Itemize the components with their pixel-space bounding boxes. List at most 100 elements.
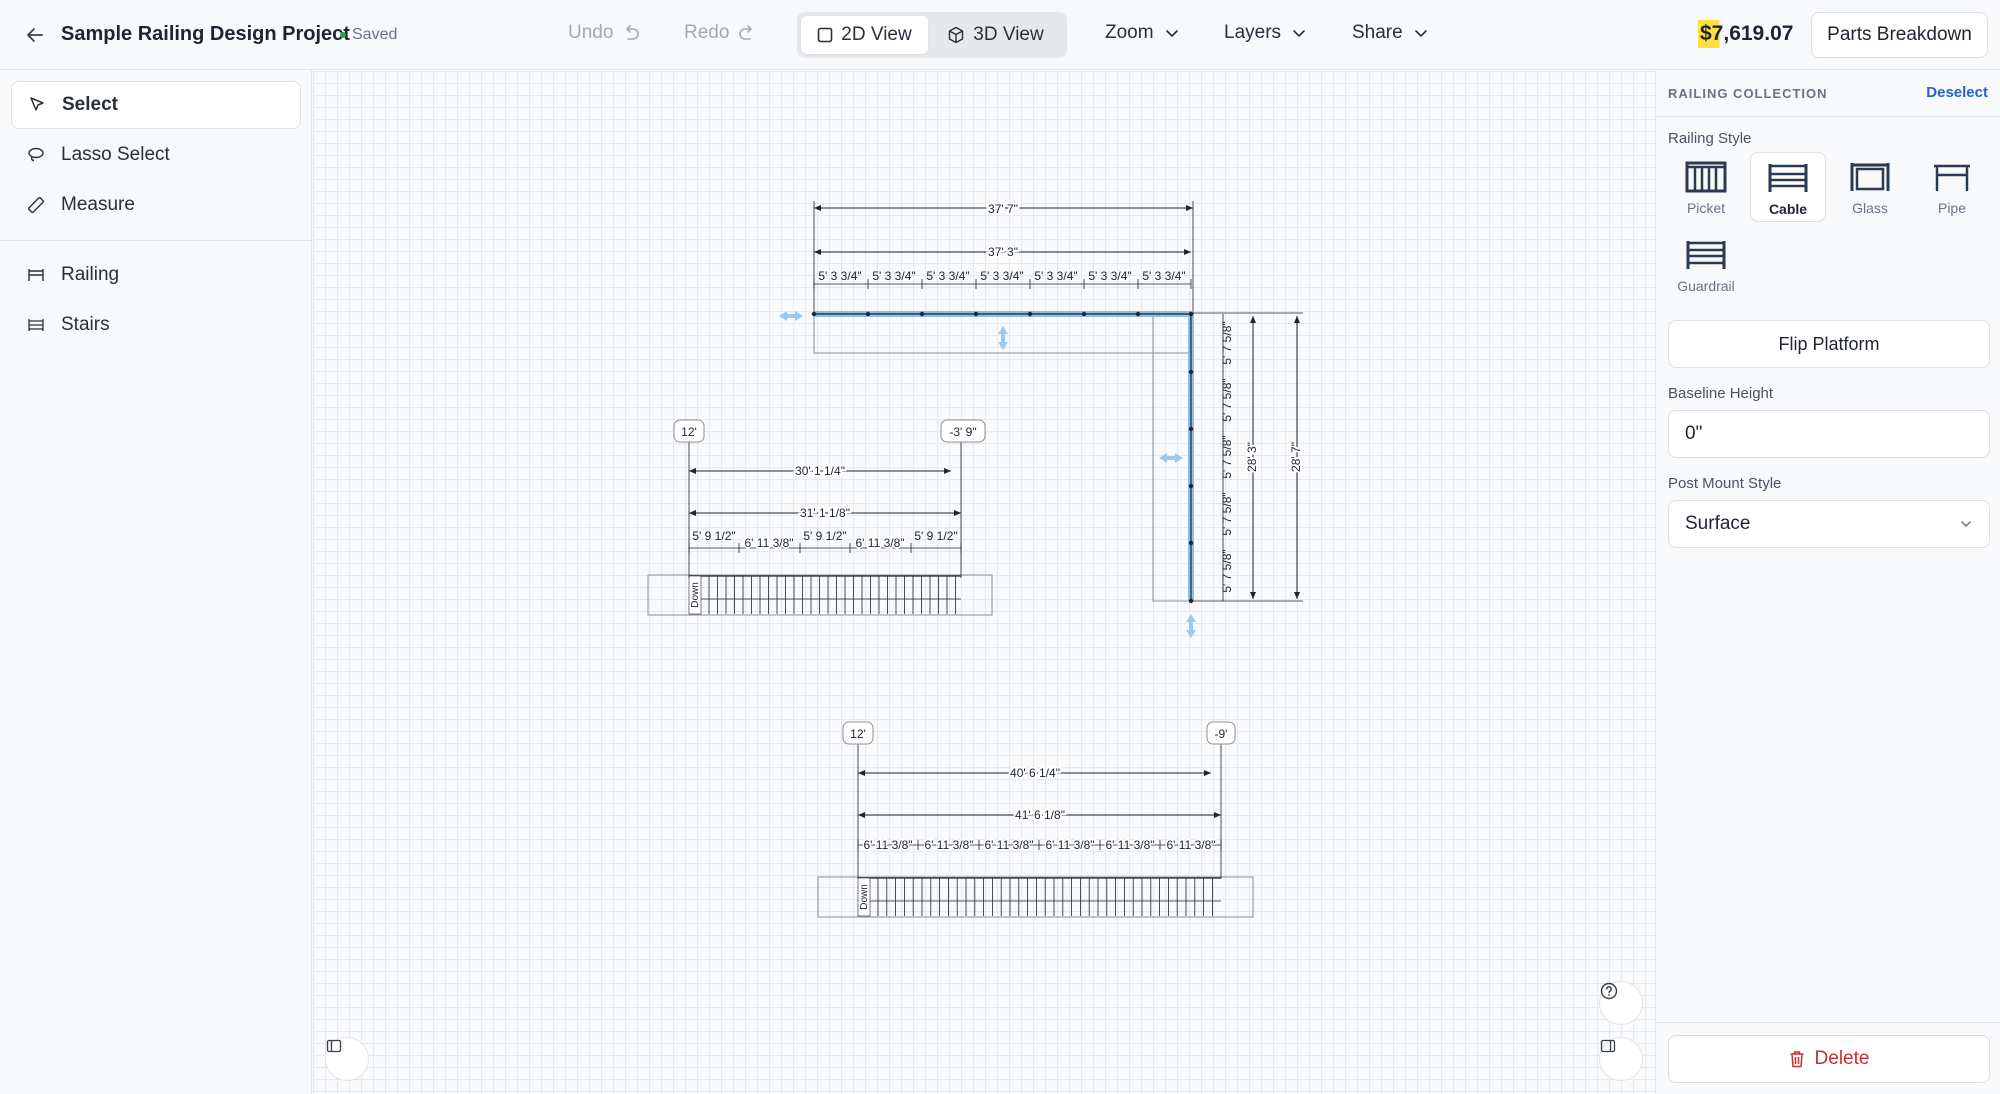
help-button[interactable] <box>1599 981 1643 1025</box>
post-mount-style-label: Post Mount Style <box>1668 475 1782 492</box>
view-2d-label: 2D View <box>841 24 912 45</box>
post-mount-style-select[interactable]: Surface <box>1668 500 1990 548</box>
help-icon <box>1600 982 1618 1000</box>
flip-platform-button[interactable]: Flip Platform <box>1668 320 1990 368</box>
delete-label: Delete <box>1814 1048 1870 1069</box>
height-badge: 12' <box>673 419 705 443</box>
back-arrow-icon[interactable] <box>22 22 48 48</box>
tool-measure-label: Measure <box>61 194 135 215</box>
stairs-2-length: 41' 6 1/8" <box>1015 808 1065 822</box>
stairs-2-end-height: -9' <box>1215 727 1228 741</box>
tool-select-label: Select <box>62 94 118 115</box>
railing-l-shape[interactable]: 37' 7" 37' 3" 5' 3 3/4" 5' 3 3/4" 5' 3 3… <box>779 200 1305 638</box>
zoom-dropdown[interactable]: Zoom <box>1105 22 1180 44</box>
stairs-1[interactable]: Down 12' -3' 9" 30' 1 1/4" 31' 1 1/8" 5'… <box>647 419 993 616</box>
stairs-2-run: 40' 6 1/4" <box>1010 766 1060 780</box>
sidebar-divider <box>0 240 312 241</box>
right-segment-label: 5' 7 5/8" <box>1220 549 1234 592</box>
top-segment-label: 5' 3 3/4" <box>926 269 969 283</box>
element-stairs[interactable]: Stairs <box>11 301 301 349</box>
style-pipe-label: Pipe <box>1937 200 1967 216</box>
undo-button[interactable]: Undo <box>568 22 641 44</box>
element-railing-label: Railing <box>61 264 120 285</box>
total-price: $7,619.07 <box>1698 20 1796 48</box>
stairs-2-direction: Down <box>859 884 870 910</box>
stairs-2-segment-label: 6' 11 3/8" <box>1045 838 1094 852</box>
saved-dot-icon <box>340 32 346 38</box>
stairs-1-segment-label: 5' 9 1/2" <box>914 529 957 543</box>
ruler-icon <box>27 196 45 214</box>
style-glass[interactable]: Glass <box>1832 152 1908 222</box>
view-3d-label: 3D View <box>973 24 1044 45</box>
stairs-1-direction: Down <box>690 582 701 608</box>
style-cable[interactable]: Cable <box>1750 152 1826 222</box>
right-segment-labels: 5' 7 5/8" 5' 7 5/8" 5' 7 5/8" 5' 7 5/8" … <box>1220 321 1234 592</box>
stairs-1-segment-label: 6' 11 3/8" <box>855 536 904 550</box>
chevron-down-icon <box>1414 30 1427 38</box>
right-total-dimension: 28' 7" <box>1289 442 1303 472</box>
top-inner-dimension: 37' 3" <box>988 245 1018 259</box>
sidebar-right-icon <box>1600 1039 1616 1053</box>
guardrail-icon <box>1686 241 1726 269</box>
stairs-2-segment-label: 6' 11 3/8" <box>1105 838 1154 852</box>
share-label: Share <box>1352 22 1403 43</box>
tool-lasso-select[interactable]: Lasso Select <box>11 131 301 179</box>
zoom-label: Zoom <box>1105 22 1154 43</box>
style-pipe[interactable]: Pipe <box>1914 152 1990 222</box>
stairs-icon <box>28 319 44 331</box>
style-picket[interactable]: Picket <box>1668 152 1744 222</box>
layers-label: Layers <box>1224 22 1282 43</box>
saved-label: Saved <box>352 26 398 43</box>
stairs-2-segment-label: 6' 11 3/8" <box>924 838 973 852</box>
element-railing[interactable]: Railing <box>11 251 301 299</box>
share-dropdown[interactable]: Share <box>1352 22 1429 44</box>
right-segment-label: 5' 7 5/8" <box>1220 435 1234 478</box>
style-guardrail-label: Guardrail <box>1677 278 1735 294</box>
square-icon <box>817 27 833 43</box>
style-guardrail[interactable]: Guardrail <box>1668 230 1744 300</box>
top-segment-label: 5' 3 3/4" <box>1088 269 1131 283</box>
height-badge: 12' <box>842 721 874 745</box>
tool-select[interactable]: Select <box>11 81 301 129</box>
pipe-railing-icon <box>1934 164 1970 191</box>
stairs-2-segment-label: 6' 11 3/8" <box>984 838 1033 852</box>
undo-label: Undo <box>568 22 614 43</box>
stairs-2[interactable]: Down 12' -9' 40' 6 1/4" 41' 6 1/8" 6' 11… <box>817 721 1254 918</box>
toggle-left-panel-button[interactable] <box>325 1037 369 1081</box>
view-toggle: 2D View 3D View <box>797 12 1067 58</box>
tool-lasso-label: Lasso Select <box>61 144 170 165</box>
stairs-1-end-height: -3' 9" <box>949 425 976 439</box>
stairs-2-start-height: 12' <box>850 727 866 741</box>
trash-icon <box>1790 1051 1804 1068</box>
view-3d-button[interactable]: 3D View <box>928 16 1063 54</box>
style-cable-label: Cable <box>1768 201 1808 217</box>
layers-dropdown[interactable]: Layers <box>1224 22 1307 44</box>
top-segment-labels: 5' 3 3/4" 5' 3 3/4" 5' 3 3/4" 5' 3 3/4" … <box>818 269 1185 283</box>
baseline-height-input[interactable] <box>1685 423 1989 445</box>
style-picket-label: Picket <box>1686 200 1726 216</box>
top-segment-label: 5' 3 3/4" <box>818 269 861 283</box>
chevron-down-icon <box>1293 30 1305 38</box>
parts-breakdown-button[interactable]: Parts Breakdown <box>1811 12 1988 58</box>
top-segment-label: 5' 3 3/4" <box>1142 269 1185 283</box>
deselect-link[interactable]: Deselect <box>1926 84 1988 101</box>
top-segment-label: 5' 3 3/4" <box>872 269 915 283</box>
stairs-1-segment-label: 6' 11 3/8" <box>744 536 793 550</box>
redo-button[interactable]: Redo <box>684 22 757 44</box>
stairs-1-start-height: 12' <box>681 425 697 439</box>
stairs-2-segment-label: 6' 11 3/8" <box>1166 838 1215 852</box>
height-badge: -9' <box>1206 721 1236 745</box>
chevron-down-icon <box>1165 30 1178 38</box>
toggle-right-panel-button[interactable] <box>1599 1037 1643 1081</box>
view-2d-button[interactable]: 2D View <box>801 16 928 54</box>
post-mount-style-value: Surface <box>1685 513 1751 534</box>
design-canvas[interactable]: 37' 7" 37' 3" 5' 3 3/4" 5' 3 3/4" 5' 3 3… <box>313 71 1655 1094</box>
baseline-height-field[interactable] <box>1668 410 1990 458</box>
tool-measure[interactable]: Measure <box>11 181 301 229</box>
top-bar: Sample Railing Design Project Saved Undo… <box>0 0 2000 70</box>
project-title[interactable]: Sample Railing Design Project <box>61 23 350 46</box>
railing-style-label: Railing Style <box>1668 130 1752 147</box>
height-badge: -3' 9" <box>940 419 986 443</box>
cube-icon <box>949 26 964 44</box>
delete-button[interactable]: Delete <box>1668 1035 1990 1083</box>
